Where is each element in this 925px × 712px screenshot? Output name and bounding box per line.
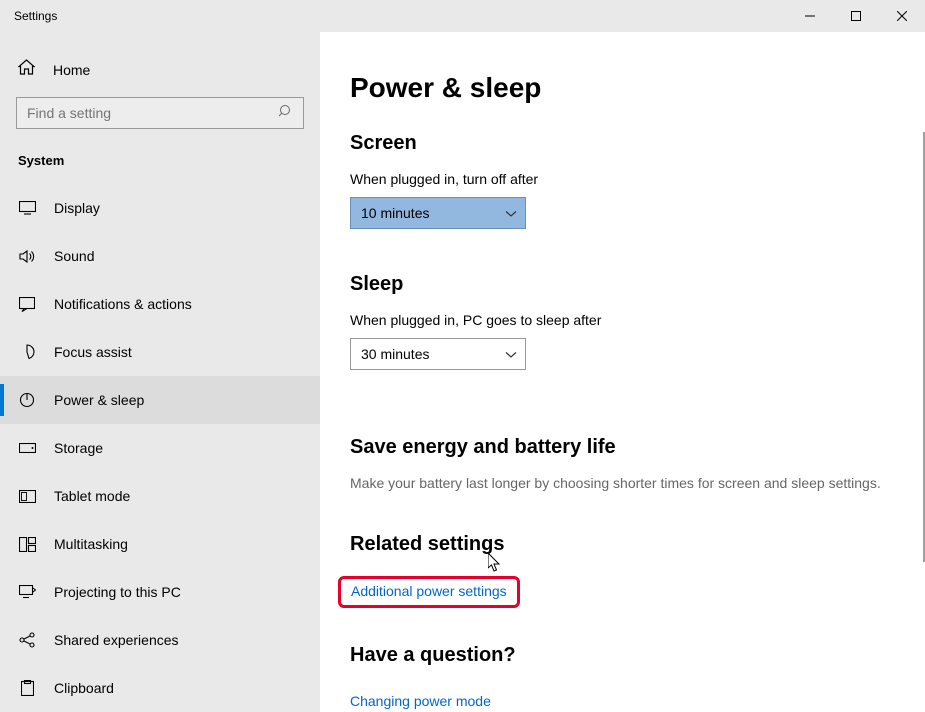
sidebar-item-tablet-mode[interactable]: Tablet mode [0, 472, 320, 520]
sidebar-item-focus-assist[interactable]: Focus assist [0, 328, 320, 376]
sidebar-item-notifications[interactable]: Notifications & actions [0, 280, 320, 328]
sleep-heading: Sleep [350, 273, 925, 296]
nav-label: Display [54, 200, 100, 216]
nav-label: Storage [54, 440, 103, 456]
highlight-annotation: Additional power settings [338, 576, 520, 608]
save-energy-heading: Save energy and battery life [350, 436, 925, 459]
chevron-down-icon [505, 205, 517, 221]
sidebar-item-sound[interactable]: Sound [0, 232, 320, 280]
close-icon [897, 11, 907, 21]
nav-label: Power & sleep [54, 392, 144, 408]
nav-label: Notifications & actions [54, 296, 192, 312]
multitasking-icon [18, 535, 36, 553]
search-field[interactable] [27, 105, 279, 121]
scrollbar[interactable] [921, 132, 925, 712]
screen-heading: Screen [350, 132, 925, 155]
search-icon [279, 104, 293, 123]
display-icon [18, 199, 36, 217]
maximize-button[interactable] [833, 0, 879, 32]
sidebar-item-storage[interactable]: Storage [0, 424, 320, 472]
tablet-mode-icon [18, 487, 36, 505]
minimize-icon [805, 11, 815, 21]
screen-turnoff-dropdown[interactable]: 10 minutes [350, 197, 526, 229]
maximize-icon [851, 11, 861, 21]
minimize-button[interactable] [787, 0, 833, 32]
focus-assist-icon [18, 343, 36, 361]
sidebar-item-projecting[interactable]: Projecting to this PC [0, 568, 320, 616]
nav-label: Sound [54, 248, 94, 264]
content-area: Power & sleep Screen When plugged in, tu… [320, 32, 925, 712]
storage-icon [18, 439, 36, 457]
nav-label: Tablet mode [54, 488, 130, 504]
sidebar-item-display[interactable]: Display [0, 184, 320, 232]
dropdown-value: 10 minutes [361, 205, 429, 221]
home-label: Home [53, 62, 90, 78]
changing-power-mode-link[interactable]: Changing power mode [350, 693, 491, 709]
sound-icon [18, 247, 36, 265]
page-title: Power & sleep [350, 72, 925, 104]
shared-experiences-icon [18, 631, 36, 649]
sidebar: Home System Display Sound [0, 32, 320, 712]
chevron-down-icon [505, 346, 517, 362]
sidebar-item-power-sleep[interactable]: Power & sleep [0, 376, 320, 424]
sleep-label: When plugged in, PC goes to sleep after [350, 312, 925, 328]
sidebar-item-multitasking[interactable]: Multitasking [0, 520, 320, 568]
nav-label: Shared experiences [54, 632, 179, 648]
notifications-icon [18, 295, 36, 313]
sidebar-item-clipboard[interactable]: Clipboard [0, 664, 320, 712]
titlebar: Settings [0, 0, 925, 32]
window-title: Settings [0, 9, 57, 23]
additional-power-settings-link[interactable]: Additional power settings [351, 583, 507, 599]
sidebar-item-shared-experiences[interactable]: Shared experiences [0, 616, 320, 664]
have-question-heading: Have a question? [350, 644, 925, 667]
save-energy-subtext: Make your battery last longer by choosin… [350, 475, 925, 491]
dropdown-value: 30 minutes [361, 346, 429, 362]
nav-label: Projecting to this PC [54, 584, 181, 600]
projecting-icon [18, 583, 36, 601]
sidebar-section-label: System [0, 129, 320, 184]
sidebar-home[interactable]: Home [0, 58, 320, 81]
search-input[interactable] [16, 97, 304, 129]
nav-label: Focus assist [54, 344, 132, 360]
sleep-dropdown[interactable]: 30 minutes [350, 338, 526, 370]
nav-label: Clipboard [54, 680, 114, 696]
nav-label: Multitasking [54, 536, 128, 552]
power-icon [18, 391, 36, 409]
home-icon [18, 59, 35, 81]
nav-list: Display Sound Notifications & actions Fo… [0, 184, 320, 712]
close-button[interactable] [879, 0, 925, 32]
clipboard-icon [18, 679, 36, 697]
screen-turnoff-label: When plugged in, turn off after [350, 171, 925, 187]
related-settings-heading: Related settings [350, 533, 925, 556]
